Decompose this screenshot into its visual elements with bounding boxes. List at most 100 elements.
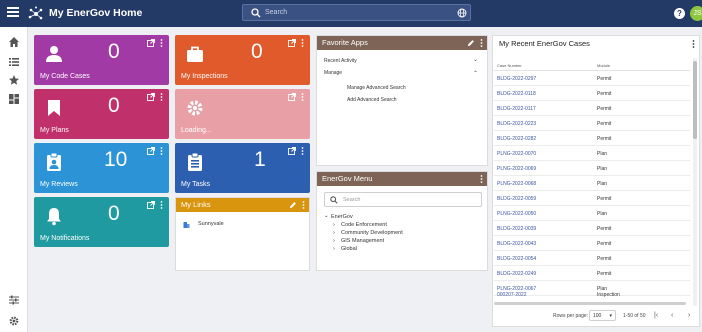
tile-my-inspections[interactable]: 0 My Inspections bbox=[175, 35, 310, 85]
home-icon[interactable] bbox=[8, 36, 20, 48]
link-sunnyvale[interactable]: Sunnyvale bbox=[198, 221, 224, 227]
tile-my-plans[interactable]: 0 My Plans bbox=[34, 89, 169, 139]
more-vert-icon[interactable] bbox=[692, 40, 695, 48]
chevron-down-icon[interactable]: ⌄ bbox=[473, 56, 478, 63]
prev-page-icon[interactable]: ‹ bbox=[671, 312, 673, 319]
open-external-icon[interactable] bbox=[288, 93, 296, 101]
tree-toggle-icon[interactable]: ⌄ bbox=[324, 213, 329, 219]
more-vert-icon[interactable] bbox=[160, 201, 163, 209]
more-vert-icon[interactable] bbox=[301, 147, 304, 155]
table-row[interactable]: BLDG-2022-0297 Permit bbox=[494, 71, 690, 87]
tile-my-notifications[interactable]: 0 My Notifications bbox=[34, 197, 169, 247]
case-number-link[interactable]: BLDG-2022-0117 bbox=[497, 106, 536, 112]
table-row[interactable]: PLNG-2022-0070 Plan bbox=[494, 146, 690, 162]
tile-loading[interactable]: Loading... bbox=[175, 89, 310, 139]
table-row[interactable]: PLNG-2022-0050 Plan bbox=[494, 206, 690, 222]
list-icon[interactable] bbox=[8, 56, 20, 68]
table-row[interactable]: BLDG-2022-0039 Permit bbox=[494, 221, 690, 237]
table-row[interactable]: BLDG-2022-0282 Permit bbox=[494, 131, 690, 147]
tile-my-tasks[interactable]: 1 My Tasks bbox=[175, 143, 310, 193]
open-external-icon[interactable] bbox=[147, 147, 155, 155]
manage-advanced-search-link[interactable]: Manage Advanced Search bbox=[347, 85, 406, 91]
sliders-icon[interactable] bbox=[8, 294, 20, 306]
tree-item-code-enforcement[interactable]: Code Enforcement bbox=[341, 222, 387, 228]
case-number-link[interactable]: PLNG-2022-0068 bbox=[497, 181, 536, 187]
edit-pencil-icon[interactable] bbox=[289, 201, 297, 209]
table-row[interactable]: BLDG-2022-0054 Permit bbox=[494, 251, 690, 267]
user-avatar[interactable]: JS bbox=[690, 6, 702, 21]
case-number-link[interactable]: BLDG-2022-0043 bbox=[497, 241, 536, 247]
case-number-link[interactable]: BLDG-2022-0282 bbox=[497, 136, 536, 142]
tile-my-reviews[interactable]: 10 My Reviews bbox=[34, 143, 169, 193]
tree-expand-icon[interactable]: › bbox=[333, 230, 335, 236]
tile-my-code-cases[interactable]: 0 My Code Cases bbox=[34, 35, 169, 85]
open-external-icon[interactable] bbox=[147, 39, 155, 47]
table-row[interactable]: BLDG-2022-0059 Permit bbox=[494, 191, 690, 207]
tree-item-community-development[interactable]: Community Development bbox=[341, 230, 403, 236]
more-vert-icon[interactable] bbox=[160, 147, 163, 155]
tree-root-energov[interactable]: EnerGov bbox=[331, 214, 353, 220]
more-vert-icon[interactable] bbox=[160, 93, 163, 101]
favorite-apps-header: Favorite Apps bbox=[317, 36, 487, 50]
more-vert-icon[interactable] bbox=[302, 201, 305, 209]
table-row[interactable]: BLDG-2022-0223 Permit bbox=[494, 116, 690, 132]
menu-search-input[interactable]: Search bbox=[324, 192, 482, 207]
help-icon[interactable]: ? bbox=[674, 8, 685, 19]
case-number-link[interactable]: BLDG-2022-0054 bbox=[497, 256, 536, 262]
global-search-input[interactable]: Search bbox=[242, 4, 471, 21]
rows-per-page-select[interactable]: 100 ▾ bbox=[589, 310, 616, 321]
case-number-link[interactable]: BLDG-2022-0118 bbox=[497, 91, 536, 97]
more-vert-icon[interactable] bbox=[301, 93, 304, 101]
globe-icon[interactable] bbox=[457, 8, 467, 18]
horizontal-scrollbar[interactable] bbox=[494, 302, 686, 305]
more-vert-icon[interactable] bbox=[160, 39, 163, 47]
case-module: Permit bbox=[597, 241, 612, 247]
dashboard-icon[interactable] bbox=[8, 93, 20, 105]
manage-section[interactable]: Manage bbox=[324, 70, 342, 76]
case-number-link[interactable]: PLNG-2022-0070 bbox=[497, 151, 536, 157]
case-number-link[interactable]: 000207-2022 bbox=[497, 292, 526, 298]
table-row[interactable]: 000207-2022 Inspection bbox=[494, 287, 690, 302]
table-row[interactable]: PLNG-2022-0069 Plan bbox=[494, 161, 690, 177]
table-row[interactable]: BLDG-2022-0043 Permit bbox=[494, 236, 690, 252]
table-row[interactable]: PLNG-2022-0068 Plan bbox=[494, 176, 690, 192]
gear-icon[interactable] bbox=[8, 315, 20, 327]
table-row[interactable]: BLDG-2022-0118 Permit bbox=[494, 86, 690, 102]
column-header-case-number[interactable]: Case Number bbox=[497, 63, 522, 68]
case-number-link[interactable]: PLNG-2022-0050 bbox=[497, 211, 536, 217]
more-vert-icon[interactable] bbox=[480, 39, 483, 47]
case-number-link[interactable]: BLDG-2022-0297 bbox=[497, 76, 536, 82]
open-external-icon[interactable] bbox=[147, 93, 155, 101]
next-page-icon[interactable]: › bbox=[688, 312, 690, 319]
recent-activity-section[interactable]: Recent Activity bbox=[324, 58, 357, 64]
case-number-link[interactable]: BLDG-2022-0059 bbox=[497, 196, 536, 202]
tree-expand-icon[interactable]: › bbox=[333, 222, 335, 228]
first-page-icon[interactable]: |‹ bbox=[654, 312, 658, 319]
table-row[interactable]: BLDG-2022-0117 Permit bbox=[494, 101, 690, 117]
more-vert-icon[interactable] bbox=[301, 39, 304, 47]
case-number-link[interactable]: BLDG-2022-0039 bbox=[497, 226, 536, 232]
case-number-link[interactable]: PLNG-2022-0069 bbox=[497, 166, 536, 172]
case-number-link[interactable]: BLDG-2022-0249 bbox=[497, 271, 536, 277]
open-external-icon[interactable] bbox=[288, 39, 296, 47]
open-external-icon[interactable] bbox=[288, 147, 296, 155]
energov-menu-title: EnerGov Menu bbox=[322, 174, 373, 183]
vertical-scrollbar[interactable] bbox=[693, 58, 697, 306]
tree-expand-icon[interactable]: › bbox=[333, 246, 335, 252]
tree-expand-icon[interactable]: › bbox=[333, 238, 335, 244]
edit-pencil-icon[interactable] bbox=[467, 39, 475, 47]
open-external-icon[interactable] bbox=[147, 201, 155, 209]
tree-item-gis-management[interactable]: GIS Management bbox=[341, 238, 384, 244]
scrollbar-thumb[interactable] bbox=[693, 61, 697, 139]
tile-label: My Code Cases bbox=[40, 73, 90, 80]
case-number-link[interactable]: BLDG-2022-0223 bbox=[497, 121, 536, 127]
hamburger-menu-icon[interactable] bbox=[7, 7, 19, 19]
bookmark-icon bbox=[48, 100, 60, 116]
table-row[interactable]: BLDG-2022-0249 Permit bbox=[494, 266, 690, 282]
more-vert-icon[interactable] bbox=[480, 175, 483, 183]
star-icon[interactable] bbox=[8, 74, 20, 86]
tree-item-global[interactable]: Global bbox=[341, 246, 357, 252]
column-header-module[interactable]: Module bbox=[597, 63, 610, 68]
chevron-up-icon[interactable]: ⌃ bbox=[473, 70, 478, 77]
add-advanced-search-link[interactable]: Add Advanced Search bbox=[347, 97, 396, 103]
